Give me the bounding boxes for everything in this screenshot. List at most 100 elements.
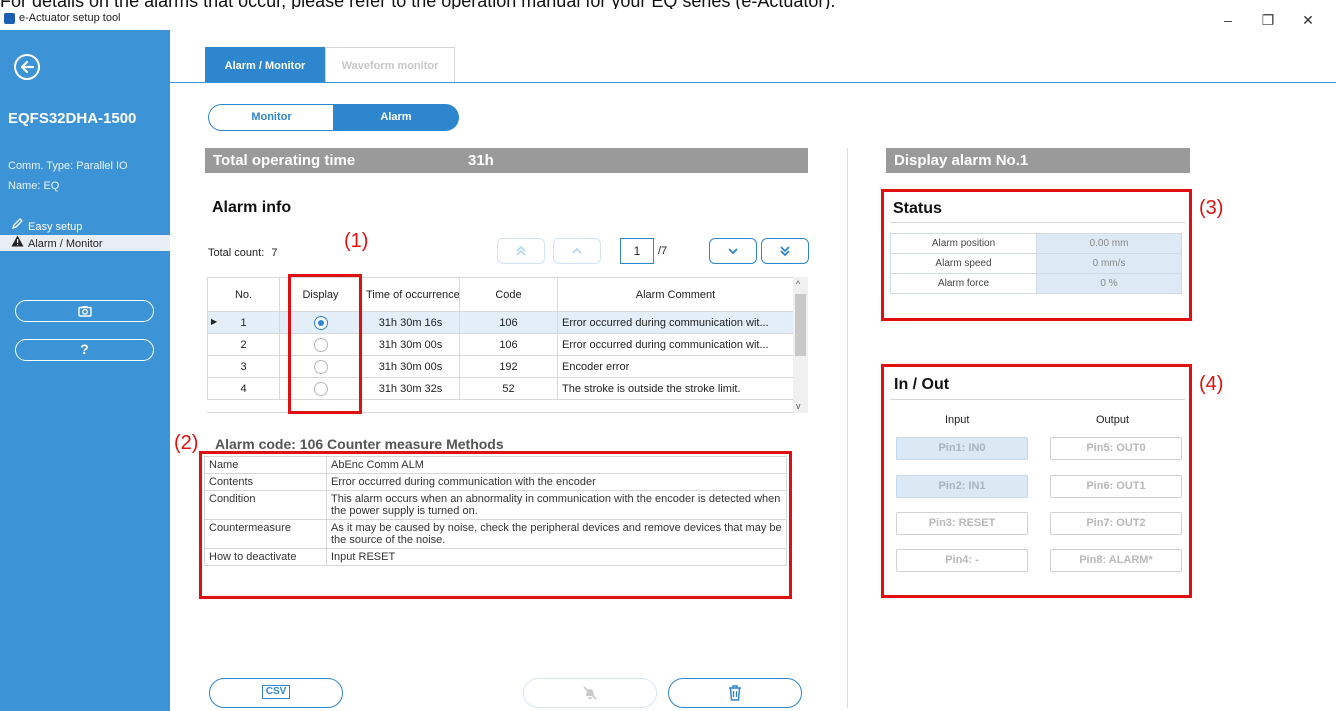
input-label: Input — [945, 414, 970, 426]
scroll-up-icon[interactable]: ^ — [796, 279, 800, 289]
app-icon — [4, 13, 15, 24]
document-caption: For details on the alarms that occur, pl… — [0, 0, 1336, 9]
measure-key: Name — [204, 456, 327, 474]
row-time: 31h 30m 16s — [361, 311, 460, 334]
row-no: 4 — [207, 377, 280, 400]
operating-time-bar: Total operating time 31h — [205, 148, 808, 173]
double-chevron-down-icon — [780, 246, 790, 257]
annotation-4: (4) — [1199, 373, 1224, 395]
measure-key: Condition — [204, 490, 327, 520]
tab-alarm-monitor[interactable]: Alarm / Monitor — [205, 47, 325, 83]
pin-output-7: Pin7: OUT2 — [1050, 512, 1182, 535]
scrollbar-thumb[interactable] — [795, 294, 806, 356]
measure-value: Error occurred during communication with… — [326, 473, 787, 491]
first-page-button[interactable] — [497, 238, 545, 264]
nav-label: Easy setup — [28, 221, 83, 233]
segment-monitor[interactable]: Monitor — [208, 104, 334, 131]
tab-waveform-monitor[interactable]: Waveform monitor — [325, 47, 455, 83]
pin-output-5: Pin5: OUT0 — [1050, 437, 1182, 460]
status-table: Alarm position 0.00 mm Alarm speed 0 mm/s … — [890, 233, 1182, 294]
column-divider — [847, 148, 848, 708]
status-divider — [890, 222, 1185, 223]
row-time: 31h 30m 00s — [361, 333, 460, 356]
bell-off-icon — [583, 686, 597, 700]
row-no-text: 1 — [240, 316, 247, 329]
tab-divider — [170, 82, 1336, 83]
nav-alarm-monitor[interactable]: Alarm / Monitor — [0, 235, 170, 251]
total-count: Total count: 7 — [208, 247, 277, 259]
output-label: Output — [1096, 414, 1130, 426]
screenshot-button[interactable] — [15, 300, 154, 322]
pin-output-8: Pin8: ALARM* — [1050, 549, 1182, 572]
status-title: Status — [893, 200, 942, 217]
countermeasure-table: Name AbEnc Comm ALM Contents Error occurre… — [204, 456, 787, 566]
inout-title: In / Out — [894, 376, 950, 393]
trash-icon — [729, 685, 741, 701]
arrow-left-icon — [20, 60, 35, 74]
nav-easy-setup[interactable]: Easy setup — [0, 217, 170, 233]
table-scrollbar[interactable]: ^ v — [793, 277, 808, 413]
measure-row: Name AbEnc Comm ALM — [204, 456, 787, 474]
nav-label: Alarm / Monitor — [28, 238, 103, 250]
sidebar: EQFS32DHA-1500 Comm. Type: Parallel IO N… — [0, 30, 170, 711]
measure-row: Condition This alarm occurs when an abnor… — [204, 490, 787, 520]
last-page-button[interactable] — [761, 238, 809, 264]
status-value: 0 mm/s — [1036, 253, 1182, 274]
row-no: ▶ 1 — [207, 311, 280, 334]
operating-time-label: Total operating time — [213, 152, 356, 169]
column-header[interactable]: Code — [459, 277, 558, 312]
restore-button[interactable]: ❐ — [1250, 10, 1286, 30]
warning-icon — [10, 235, 24, 252]
column-header[interactable]: No. — [207, 277, 280, 312]
measure-value: AbEnc Comm ALM — [326, 456, 787, 474]
measure-value: Input RESET — [326, 548, 787, 566]
minimize-button[interactable]: – — [1210, 10, 1246, 30]
comm-type: Comm. Type: Parallel IO — [8, 160, 128, 172]
close-button[interactable]: ✕ — [1290, 10, 1326, 30]
back-button[interactable] — [14, 54, 40, 80]
row-comment: The stroke is outside the stroke limit. — [557, 377, 793, 400]
chevron-down-icon — [728, 248, 738, 255]
page-number-input[interactable]: 1 — [620, 238, 654, 264]
annotation-1: (1) — [344, 230, 369, 252]
row-code: 106 — [459, 333, 558, 356]
countermeasure-title: Alarm code: 106 Counter measure Methods — [215, 436, 504, 452]
measure-key: Contents — [204, 473, 327, 491]
window-title: e-Actuator setup tool — [19, 12, 121, 24]
chevron-up-icon — [572, 247, 582, 254]
status-value: 0.00 mm — [1036, 233, 1182, 254]
delete-button[interactable] — [668, 678, 802, 708]
pin-input-3: Pin3: RESET — [896, 512, 1028, 535]
row-no: 3 — [207, 355, 280, 378]
pin-input-1: Pin1: IN0 — [896, 437, 1028, 460]
help-button[interactable]: ? — [15, 339, 154, 361]
annotation-3: (3) — [1199, 197, 1224, 219]
operating-time-value: 31h — [468, 152, 494, 169]
scroll-down-icon[interactable]: v — [796, 401, 801, 411]
page-total: /7 — [658, 245, 668, 257]
measure-row: Countermeasure As it may be caused by noi… — [204, 519, 787, 549]
total-count-value: 7 — [271, 247, 278, 259]
segment-alarm[interactable]: Alarm — [333, 104, 459, 131]
status-key: Alarm speed — [890, 253, 1037, 274]
prev-page-button[interactable] — [553, 238, 601, 264]
row-comment: Error occurred during communication wit.… — [557, 311, 793, 334]
row-time: 31h 30m 32s — [361, 377, 460, 400]
export-csv-button[interactable]: CSV — [209, 678, 343, 708]
annotation-2: (2) — [174, 432, 199, 454]
column-header[interactable]: Alarm Comment — [557, 277, 793, 312]
total-count-label: Total count: — [208, 247, 265, 259]
next-page-button[interactable] — [709, 238, 757, 264]
status-key: Alarm force — [890, 273, 1037, 294]
row-no: 2 — [207, 333, 280, 356]
measure-key: How to deactivate — [204, 548, 327, 566]
device-name: Name: EQ — [8, 180, 60, 192]
inout-divider — [890, 399, 1185, 400]
display-alarm-header: Display alarm No.1 — [886, 148, 1190, 173]
mute-alarm-button[interactable] — [523, 678, 657, 708]
camera-icon — [77, 306, 92, 317]
column-header[interactable]: Time of occurrence — [361, 277, 460, 312]
measure-row: How to deactivate Input RESET — [204, 548, 787, 566]
status-row: Alarm force 0 % — [890, 273, 1182, 294]
status-row: Alarm speed 0 mm/s — [890, 253, 1182, 274]
